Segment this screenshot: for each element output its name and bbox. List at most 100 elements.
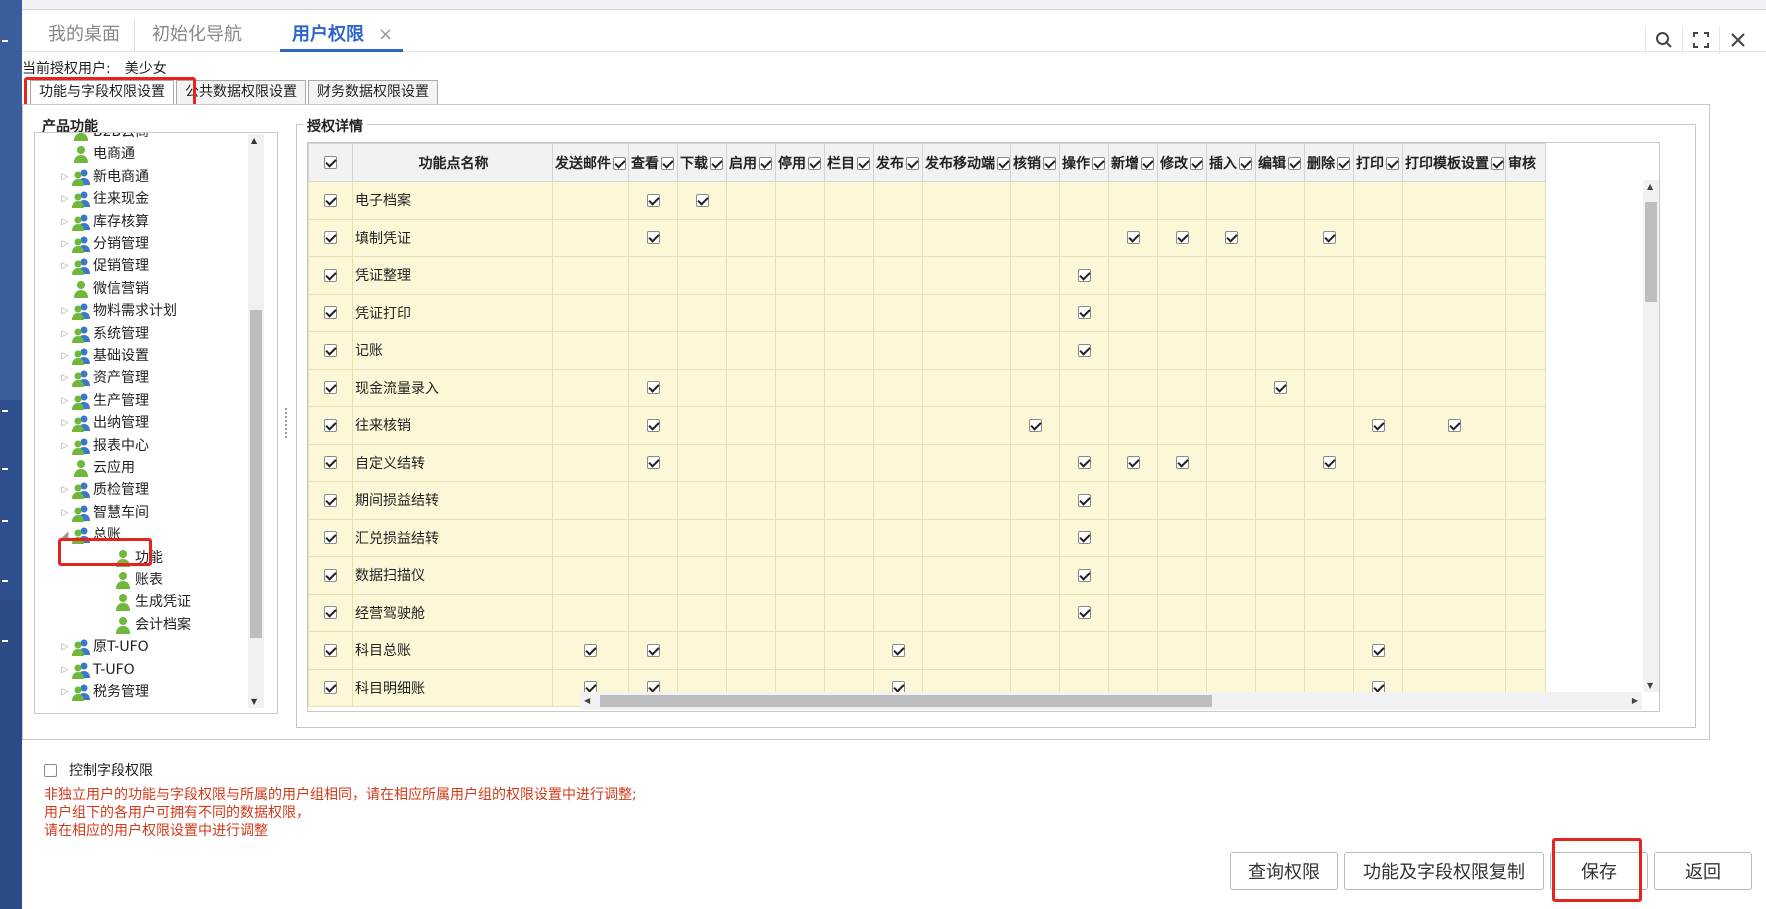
permission-cell[interactable] [922, 181, 1011, 220]
expand-arrow-icon[interactable]: ▷ [59, 367, 71, 389]
permission-cell[interactable] [552, 518, 629, 557]
permission-cell[interactable] [1059, 368, 1109, 407]
tree-item[interactable]: ▷ 分销管理 [59, 233, 149, 255]
tree-item[interactable]: ▷ 新电商通 [59, 166, 149, 188]
grid-vscroll-thumb[interactable] [1645, 202, 1657, 302]
permission-cell[interactable] [1255, 256, 1305, 295]
permission-cell[interactable] [1010, 631, 1060, 670]
permission-cell[interactable] [1206, 556, 1256, 595]
permission-cell[interactable] [1505, 443, 1546, 482]
permission-cell[interactable] [1304, 181, 1354, 220]
row-select-checkbox[interactable] [324, 643, 337, 657]
permission-cell[interactable] [552, 443, 629, 482]
permission-cell[interactable] [677, 518, 727, 557]
permission-cell[interactable] [1010, 368, 1060, 407]
permission-cell[interactable] [1505, 181, 1546, 220]
permission-checkbox[interactable] [891, 643, 905, 657]
permission-cell[interactable] [1255, 181, 1305, 220]
tree-item[interactable]: ▷ 智慧车间 [59, 502, 149, 524]
tree-item[interactable]: 云应用 [59, 457, 135, 479]
permission-cell[interactable] [922, 368, 1011, 407]
permission-cell[interactable] [1206, 518, 1256, 557]
permission-cell[interactable] [1010, 331, 1060, 370]
column-select-checkbox[interactable] [1337, 157, 1350, 170]
permission-cell[interactable] [1402, 593, 1506, 632]
permission-cell[interactable] [824, 293, 874, 332]
permission-cell[interactable] [1353, 443, 1403, 482]
permission-cell[interactable] [1304, 293, 1354, 332]
permission-checkbox[interactable] [1447, 418, 1461, 432]
permission-cell[interactable] [677, 556, 727, 595]
permission-cell[interactable] [1206, 256, 1256, 295]
permission-cell[interactable] [873, 368, 923, 407]
permission-cell[interactable] [1353, 481, 1403, 520]
permission-cell[interactable] [1010, 443, 1060, 482]
permission-checkbox[interactable] [1028, 418, 1042, 432]
column-select-checkbox[interactable] [661, 157, 674, 170]
select-all-checkbox[interactable] [324, 156, 337, 169]
permission-cell[interactable] [1505, 481, 1546, 520]
permission-checkbox[interactable] [646, 418, 660, 432]
permission-cell[interactable] [775, 631, 825, 670]
row-select-checkbox[interactable] [324, 231, 337, 245]
permission-cell[interactable] [873, 556, 923, 595]
tree-item[interactable]: 会计档案 [101, 614, 191, 636]
permission-cell[interactable] [677, 368, 727, 407]
permission-cell[interactable] [775, 481, 825, 520]
permission-cell[interactable] [726, 293, 776, 332]
permission-cell[interactable] [1402, 181, 1506, 220]
permission-cell[interactable] [628, 556, 678, 595]
permission-cell[interactable] [1010, 556, 1060, 595]
permission-cell[interactable] [1505, 368, 1546, 407]
permission-cell[interactable] [628, 256, 678, 295]
expand-arrow-icon[interactable]: ▷ [59, 255, 71, 277]
permission-cell[interactable] [775, 256, 825, 295]
permission-cell[interactable] [726, 218, 776, 257]
permission-cell[interactable] [1108, 368, 1158, 407]
column-select-checkbox[interactable] [906, 157, 919, 170]
permission-cell[interactable] [1255, 406, 1305, 445]
column-select-checkbox[interactable] [857, 157, 870, 170]
permission-cell[interactable] [1157, 406, 1207, 445]
permission-cell[interactable] [552, 331, 629, 370]
tree-item[interactable]: ◢ 总账 [59, 524, 121, 546]
permission-cell[interactable] [1108, 631, 1158, 670]
permission-cell[interactable] [922, 556, 1011, 595]
column-select-checkbox[interactable] [1386, 157, 1399, 170]
tree-item[interactable]: ▷ 基础设置 [59, 345, 149, 367]
scroll-down-icon[interactable]: ▼ [251, 697, 257, 706]
permission-checkbox[interactable] [1371, 643, 1385, 657]
permission-cell[interactable] [775, 406, 825, 445]
permission-checkbox[interactable] [1175, 456, 1189, 470]
expand-arrow-icon[interactable]: ▷ [59, 479, 71, 501]
column-select-checkbox[interactable] [1141, 157, 1154, 170]
permission-cell[interactable] [1304, 593, 1354, 632]
permission-cell[interactable] [1010, 481, 1060, 520]
permission-checkbox[interactable] [1371, 418, 1385, 432]
permission-cell[interactable] [677, 406, 727, 445]
permission-cell[interactable] [726, 331, 776, 370]
permission-checkbox[interactable] [1077, 268, 1091, 282]
grid-hscroll-thumb[interactable] [600, 695, 1212, 707]
permission-cell[interactable] [1402, 368, 1506, 407]
row-select-checkbox[interactable] [324, 381, 337, 395]
column-select-checkbox[interactable] [710, 157, 723, 170]
permission-cell[interactable] [1157, 368, 1207, 407]
permission-cell[interactable] [922, 518, 1011, 557]
permission-cell[interactable] [1505, 406, 1546, 445]
tree-item[interactable]: ▷ 质检管理 [59, 479, 149, 501]
permission-cell[interactable] [1157, 331, 1207, 370]
permission-checkbox[interactable] [1077, 531, 1091, 545]
permission-cell[interactable] [1304, 631, 1354, 670]
tree-scroll-thumb[interactable] [250, 310, 262, 638]
permission-cell[interactable] [628, 293, 678, 332]
tree-item[interactable]: 电商通 [59, 143, 135, 165]
permission-cell[interactable] [1402, 556, 1506, 595]
permission-cell[interactable] [1402, 443, 1506, 482]
permission-cell[interactable] [824, 181, 874, 220]
tree-item[interactable]: ▷ 资产管理 [59, 367, 149, 389]
permission-cell[interactable] [873, 518, 923, 557]
expand-arrow-icon[interactable]: ▷ [59, 211, 71, 233]
permission-cell[interactable] [1505, 218, 1546, 257]
permission-checkbox[interactable] [1077, 343, 1091, 357]
